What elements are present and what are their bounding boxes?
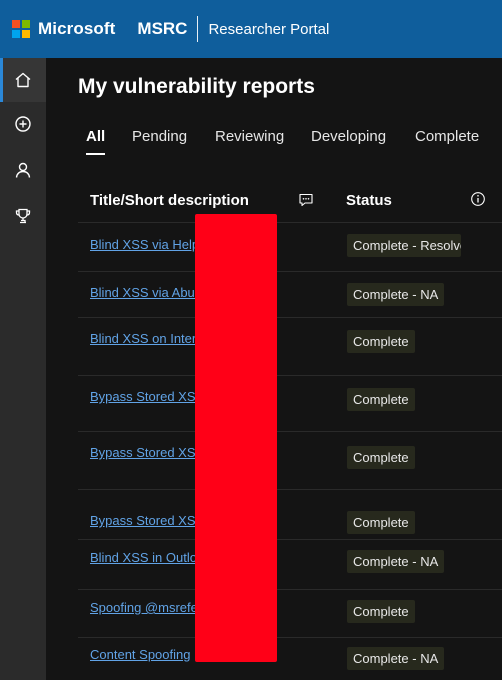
table-row: Blind XSS via Help Complete - Resolve — [78, 222, 502, 272]
page-title: My vulnerability reports — [78, 75, 315, 98]
status-badge: Complete - NA — [347, 647, 445, 670]
table-row: Bypass Stored XSS Complete — [78, 376, 502, 432]
column-header-title[interactable]: Title/Short description — [90, 192, 249, 209]
table-row: Spoofing @msrefer Complete — [78, 590, 502, 638]
new-report-nav-button[interactable] — [0, 102, 46, 146]
report-title-link[interactable]: Blind XSS via Help — [90, 237, 204, 252]
add-circle-icon — [15, 116, 31, 132]
report-title-link[interactable]: Bypass Stored XSS — [90, 513, 204, 528]
table-row: Blind XSS on Intern Complete — [78, 318, 502, 376]
status-badge: Complete — [347, 446, 415, 469]
product-name[interactable]: MSRC — [137, 19, 187, 39]
report-title-link[interactable]: Blind XSS in Outloo — [90, 550, 204, 565]
status-badge: Complete — [347, 330, 415, 353]
report-tabs: All Pending Reviewing Developing Complet… — [86, 128, 502, 158]
table-row: Blind XSS in Outloo Complete - NA — [78, 540, 502, 590]
home-icon — [15, 72, 31, 88]
info-icon[interactable] — [470, 191, 486, 212]
leaderboard-nav-button[interactable] — [0, 194, 46, 238]
left-nav-rail — [0, 58, 46, 680]
profile-nav-button[interactable] — [0, 148, 46, 192]
tab-all[interactable]: All — [86, 128, 106, 155]
status-badge: Complete - Resolve — [347, 234, 461, 257]
portal-name[interactable]: Researcher Portal — [208, 21, 329, 38]
table-row: Blind XSS via Abuse Complete - NA — [78, 272, 502, 318]
status-badge: Complete - NA — [347, 550, 445, 573]
table-header: Title/Short description Status — [78, 180, 502, 223]
report-title-link[interactable]: Content Spoofing — [90, 647, 204, 662]
table-row: Bypass Stored XSS Complete — [78, 490, 502, 540]
tab-pending[interactable]: Pending — [132, 128, 187, 145]
top-bar: Microsoft MSRC Researcher Portal — [0, 0, 502, 58]
tab-developing[interactable]: Developing — [311, 128, 386, 145]
status-badge: Complete — [347, 600, 415, 623]
comment-icon — [298, 192, 314, 213]
status-badge: Complete — [347, 388, 415, 411]
header-divider — [197, 16, 199, 42]
status-badge: Complete — [347, 511, 415, 534]
report-title-link[interactable]: Bypass Stored XSS — [90, 389, 204, 404]
redaction-block — [195, 214, 277, 662]
report-title-link[interactable]: Blind XSS on Intern — [90, 331, 204, 346]
home-nav-button[interactable] — [0, 58, 46, 102]
report-title-link[interactable]: Spoofing @msrefer — [90, 600, 204, 615]
report-title-link[interactable]: Blind XSS via Abuse — [90, 285, 204, 300]
report-title-link[interactable]: Bypass Stored XSS — [90, 445, 204, 460]
trophy-icon — [15, 208, 31, 224]
column-header-status[interactable]: Status — [346, 192, 392, 209]
table-row: Content Spoofing Complete - NA — [78, 638, 502, 680]
tab-complete[interactable]: Complete — [415, 128, 479, 145]
tab-reviewing[interactable]: Reviewing — [215, 128, 284, 145]
microsoft-logo-icon[interactable] — [12, 20, 30, 38]
person-icon — [15, 162, 31, 178]
status-badge: Complete - NA — [347, 283, 445, 306]
brand-name[interactable]: Microsoft — [38, 19, 115, 39]
reports-table: Title/Short description Status Blind XSS… — [78, 180, 502, 680]
table-row: Bypass Stored XSS Complete — [78, 432, 502, 490]
